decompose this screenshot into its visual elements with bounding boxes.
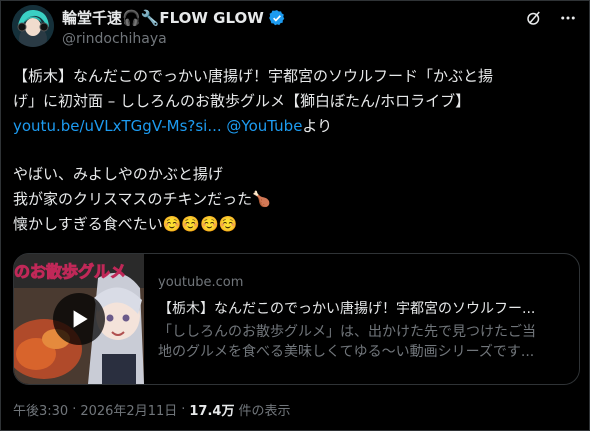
youtube-link-card[interactable]: のお散歩グルメ youtube.com 【栃木】なんだこのでっかい唐揚げ！宇都宮… bbox=[13, 253, 580, 385]
post-line-5: 我が家のクリスマスのチキンだった🍗 bbox=[13, 190, 271, 208]
footer-separator: · bbox=[72, 402, 77, 417]
card-desc-line-1: 「ししろんのお散歩グルメ」は、出かけた先で見つけたご当 bbox=[158, 324, 536, 340]
author-display-name[interactable]: 輪堂千速🎧🔧FLOW GLOW bbox=[62, 7, 264, 28]
card-text: youtube.com 【栃木】なんだこのでっかい唐揚げ！宇都宮のソウルフー..… bbox=[158, 274, 568, 362]
card-description: 「ししろんのお散歩グルメ」は、出かけた先で見つけたご当 地のグルメを食べる美味し… bbox=[158, 322, 568, 362]
video-link[interactable]: youtu.be/uVLxTGgV-Ms?si... bbox=[13, 117, 222, 135]
thumbnail-caption: のお散歩グルメ bbox=[14, 262, 127, 282]
verified-badge-icon bbox=[268, 9, 285, 25]
video-thumbnail[interactable]: のお散歩グルメ bbox=[14, 254, 144, 384]
youtube-mention-link[interactable]: @YouTube bbox=[226, 117, 302, 135]
post-line-6: 懐かしすぎる食べたい☺️☺️☺️☺️ bbox=[13, 215, 238, 233]
header-actions bbox=[524, 8, 578, 28]
post-text: 【栃木】なんだこのでっかい唐揚げ！宇都宮のソウルフード「かぶと揚 げ」に初対面 … bbox=[13, 64, 579, 237]
avatar[interactable] bbox=[12, 5, 54, 47]
mention-suffix: より bbox=[302, 117, 333, 135]
more-icon[interactable] bbox=[558, 8, 578, 28]
post-footer: 午後3:30 · 2026年2月11日 · 17.4万 件の表示 bbox=[13, 400, 290, 419]
post-line-4: やばい、みよしやのかぶと揚げ bbox=[13, 165, 223, 183]
card-domain: youtube.com bbox=[158, 275, 244, 290]
post-line-1: 【栃木】なんだこのでっかい唐揚げ！宇都宮のソウルフード「かぶと揚 bbox=[13, 67, 494, 85]
card-title[interactable]: 【栃木】なんだこのでっかい唐揚げ！宇都宮のソウルフー... bbox=[158, 298, 568, 320]
post-date[interactable]: 2026年2月11日 bbox=[80, 400, 177, 419]
card-desc-line-2: 地のグルメを食べる美味しくてゆる～い動画シリーズです... bbox=[158, 344, 535, 360]
footer-separator: · bbox=[181, 402, 186, 417]
post-line-3: youtu.be/uVLxTGgV-Ms?si... @YouTubeより bbox=[13, 114, 579, 139]
post-time[interactable]: 午後3:30 bbox=[13, 400, 68, 419]
avatar-image bbox=[12, 5, 54, 47]
author-handle[interactable]: @rindochihaya bbox=[62, 31, 167, 47]
play-icon[interactable] bbox=[53, 293, 105, 345]
author-name-row[interactable]: 輪堂千速🎧🔧FLOW GLOW bbox=[62, 7, 286, 28]
grok-icon[interactable] bbox=[524, 8, 544, 28]
view-count-label: 件の表示 bbox=[238, 404, 291, 419]
view-count[interactable]: 17.4万 bbox=[189, 400, 234, 419]
post-line-2: げ」に初対面 – ししろんのお散歩グルメ【獅白ぼたん/ホロライブ】 bbox=[13, 92, 471, 110]
